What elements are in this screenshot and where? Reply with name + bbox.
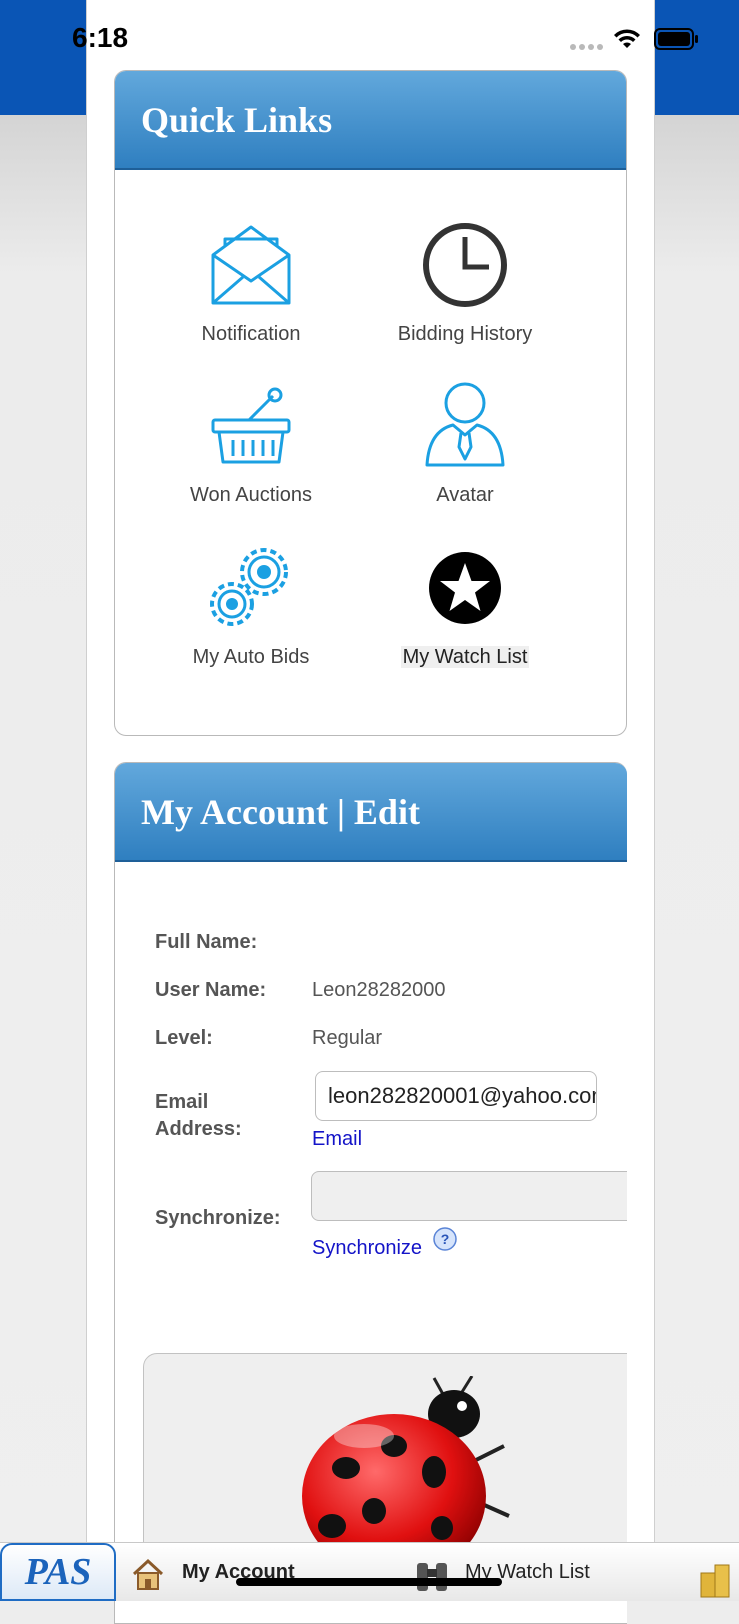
binoculars-icon (417, 1563, 447, 1591)
quick-link-label: My Auto Bids (192, 646, 310, 668)
quick-link-won-auctions[interactable]: Won Auctions (141, 386, 361, 516)
status-time: 6:18 (72, 22, 129, 53)
tab-my-account[interactable]: My Account (182, 1543, 295, 1601)
synchronize-label: Synchronize: (155, 1207, 281, 1229)
email-field[interactable]: leon282820001@yahoo.com (315, 1071, 597, 1121)
quick-link-label: Notification (201, 323, 301, 345)
quick-link-notification[interactable]: Notification (141, 221, 361, 351)
gears-icon (210, 548, 288, 626)
home-indicator (236, 1578, 502, 1586)
email-label-line: Email (155, 1091, 209, 1113)
wifi-icon (614, 29, 640, 48)
user-name-label: User Name: (155, 979, 267, 1001)
quick-link-my-watch-list[interactable]: My Watch List (355, 551, 575, 681)
quick-links-panel: Quick Links Notification Bidding History (114, 70, 627, 736)
cellular-signal-icon (570, 44, 604, 50)
star-icon (429, 552, 501, 624)
email-label-line: Address: (155, 1118, 242, 1140)
status-bar: 6:18 (0, 0, 739, 80)
email-link[interactable]: Email (312, 1128, 362, 1151)
level-value: Regular (312, 1027, 383, 1049)
user-icon (425, 382, 505, 467)
synchronize-link[interactable]: Synchronize (312, 1237, 422, 1260)
svg-text:?: ? (441, 1231, 450, 1247)
coins-icon[interactable] (699, 1559, 739, 1599)
level-label: Level: (155, 1027, 213, 1049)
bottom-toolbar: PAS My Account My Watch List (0, 1542, 739, 1601)
quick-link-avatar[interactable]: Avatar (355, 381, 575, 515)
home-icon (132, 1558, 164, 1590)
clock-icon (423, 223, 507, 307)
quick-link-label: Bidding History (397, 323, 533, 345)
tab-my-watch-list[interactable]: My Watch List (465, 1543, 590, 1601)
my-account-title: My Account | Edit (141, 792, 420, 832)
basket-icon (211, 387, 291, 464)
quick-link-bidding-history[interactable]: Bidding History (355, 221, 575, 351)
pas-logo[interactable]: PAS (0, 1543, 116, 1601)
quick-links-title: Quick Links (141, 100, 333, 140)
battery-icon (654, 28, 698, 50)
quick-link-my-auto-bids[interactable]: My Auto Bids (141, 546, 361, 676)
quick-links-header: Quick Links (115, 71, 626, 170)
my-account-panel: My Account | Edit Full Name: User Name: … (114, 762, 627, 1624)
help-icon[interactable]: ? (433, 1227, 457, 1251)
quick-link-label: My Watch List (400, 646, 530, 668)
email-address-label: Email Address: (155, 1089, 242, 1143)
quick-link-label: Won Auctions (190, 484, 312, 506)
my-account-header: My Account | Edit (115, 763, 627, 862)
synchronize-field[interactable] (311, 1171, 627, 1221)
full-name-label: Full Name: (155, 931, 258, 953)
user-name-value: Leon28282000 (312, 979, 446, 1001)
envelope-open-icon (211, 225, 291, 305)
quick-link-label: Avatar (436, 484, 494, 506)
